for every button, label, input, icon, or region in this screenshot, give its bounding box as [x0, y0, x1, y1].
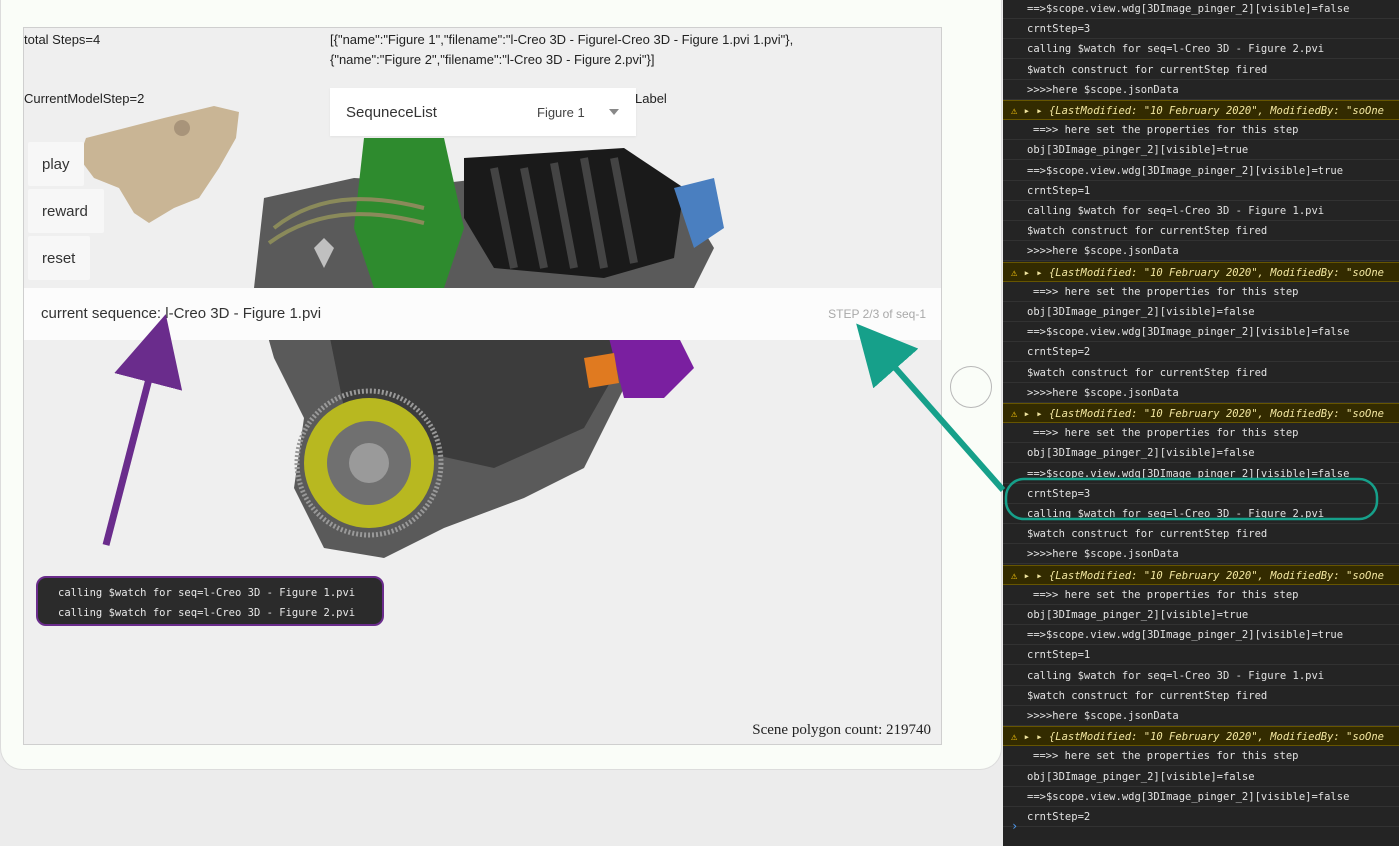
console-log-line: ==>> here set the properties for this st…: [1003, 746, 1399, 767]
mini-console-line: calling $watch for seq=l-Creo 3D - Figur…: [58, 607, 356, 619]
console-log-line: >>>>here $scope.jsonData: [1003, 706, 1399, 726]
console-log-line: obj[3DImage_pinger_2][visible]=false: [1003, 443, 1399, 464]
step-indicator: STEP 2/3 of seq-1: [828, 307, 926, 321]
3d-viewport[interactable]: total Steps=4 CurrentModelStep=2 [{"name…: [23, 27, 942, 745]
console-warning-line: ⚠ ▸ ▸ {LastModified: "10 February 2020",…: [1003, 100, 1399, 120]
json-data-text: [{"name":"Figure 1","filename":"l-Creo 3…: [330, 32, 794, 67]
console-log-line: ==>$scope.view.wdg[3DImage_pinger_2][vis…: [1003, 625, 1399, 646]
console-log-line: $watch construct for currentStep fired: [1003, 221, 1399, 242]
console-prompt-icon[interactable]: ›: [1011, 819, 1018, 833]
warning-text: {LastModified: "10 February 2020", Modif…: [1048, 731, 1384, 744]
reset-button[interactable]: reset: [28, 236, 90, 280]
console-log-line: >>>>here $scope.jsonData: [1003, 544, 1399, 565]
console-log-line: $watch construct for currentStep fired: [1003, 60, 1399, 80]
console-log-line: >>>>here $scope.jsonData: [1003, 241, 1399, 262]
current-sequence-bar: current sequence: l-Creo 3D - Figure 1.p…: [24, 288, 941, 340]
console-log-line: calling $watch for seq=l-Creo 3D - Figur…: [1003, 666, 1399, 686]
console-log-line: ==>> here set the properties for this st…: [1003, 585, 1399, 605]
console-log-line: obj[3DImage_pinger_2][visible]=true: [1003, 605, 1399, 625]
console-log-line: ==>> here set the properties for this st…: [1003, 120, 1399, 141]
console-log-line: ==>$scope.view.wdg[3DImage_pinger_2][vis…: [1003, 464, 1399, 484]
home-button[interactable]: [950, 366, 992, 408]
console-log-line: $watch construct for currentStep fired: [1003, 363, 1399, 383]
warning-icon: ⚠: [1011, 105, 1018, 117]
sequence-list-title: SequneceList: [346, 104, 437, 121]
console-log-line: >>>>here $scope.jsonData: [1003, 80, 1399, 100]
warning-text: {LastModified: "10 February 2020", Modif…: [1048, 266, 1384, 279]
warning-icon: ⚠: [1011, 731, 1018, 744]
total-steps-text: total Steps=4: [24, 32, 101, 47]
console-log-line: obj[3DImage_pinger_2][visible]=false: [1003, 302, 1399, 322]
console-log-line: crntStep=2: [1003, 807, 1399, 827]
console-log-line: $watch construct for currentStep fired: [1003, 686, 1399, 706]
console-warning-line: ⚠ ▸ ▸ {LastModified: "10 February 2020",…: [1003, 726, 1399, 747]
console-log-line: calling $watch for seq=l-Creo 3D - Figur…: [1003, 39, 1399, 60]
engine-body: [254, 138, 724, 558]
console-log-line: obj[3DImage_pinger_2][visible]=false: [1003, 767, 1399, 787]
warning-icon: ⚠: [1011, 266, 1018, 279]
warning-text: {LastModified: "10 February 2020", Modif…: [1048, 569, 1384, 582]
current-model-step-text: CurrentModelStep=2: [24, 91, 145, 106]
reward-button[interactable]: reward: [28, 189, 104, 233]
console-log-line: ==>$scope.view.wdg[3DImage_pinger_2][vis…: [1003, 322, 1399, 343]
label-text: Label: [635, 91, 667, 106]
devtools-console: ==>$scope.view.wdg[3DImage_pinger_2][vis…: [1003, 0, 1399, 846]
dropdown-caret-icon[interactable]: [609, 109, 619, 115]
console-warning-line: ⚠ ▸ ▸ {LastModified: "10 February 2020",…: [1003, 261, 1399, 282]
console-log-line: ==>> here set the properties for this st…: [1003, 282, 1399, 302]
sequence-list-panel[interactable]: SequneceList Figure 1: [330, 88, 636, 136]
play-button[interactable]: play: [28, 142, 84, 186]
device-frame: total Steps=4 CurrentModelStep=2 [{"name…: [0, 0, 1002, 770]
console-log-line: ==>$scope.view.wdg[3DImage_pinger_2][vis…: [1003, 0, 1399, 19]
sequence-select-value[interactable]: Figure 1: [537, 105, 585, 120]
console-warning-line: ⚠ ▸ ▸ {LastModified: "10 February 2020",…: [1003, 403, 1399, 423]
polygon-count-text: Scene polygon count: 219740: [752, 722, 931, 738]
console-log-line: ==>$scope.view.wdg[3DImage_pinger_2][vis…: [1003, 787, 1399, 807]
console-log-line: crntStep=3: [1003, 19, 1399, 40]
mini-console-line: calling $watch for seq=l-Creo 3D - Figur…: [58, 587, 356, 599]
console-log-line: ==>> here set the properties for this st…: [1003, 423, 1399, 444]
console-log-line: calling $watch for seq=l-Creo 3D - Figur…: [1003, 201, 1399, 221]
warning-icon: ⚠: [1011, 569, 1018, 582]
warning-text: {LastModified: "10 February 2020", Modif…: [1048, 105, 1384, 117]
warning-icon: ⚠: [1011, 408, 1018, 420]
console-log-line: obj[3DImage_pinger_2][visible]=true: [1003, 140, 1399, 161]
console-log-line: crntStep=1: [1003, 645, 1399, 666]
console-log-line: crntStep=3: [1003, 484, 1399, 504]
console-warning-line: ⚠ ▸ ▸ {LastModified: "10 February 2020",…: [1003, 564, 1399, 585]
console-log-line: $watch construct for currentStep fired: [1003, 524, 1399, 545]
warning-text: {LastModified: "10 February 2020", Modif…: [1048, 408, 1384, 420]
mini-console-overlay: calling $watch for seq=l-Creo 3D - Figur…: [36, 576, 384, 626]
console-log-line: crntStep=2: [1003, 342, 1399, 363]
console-log-line: ==>$scope.view.wdg[3DImage_pinger_2][vis…: [1003, 161, 1399, 181]
console-log-line: calling $watch for seq=l-Creo 3D - Figur…: [1003, 504, 1399, 524]
console-log-line: crntStep=1: [1003, 181, 1399, 201]
console-log-line: >>>>here $scope.jsonData: [1003, 383, 1399, 403]
current-sequence-text: current sequence: l-Creo 3D - Figure 1.p…: [41, 305, 322, 322]
